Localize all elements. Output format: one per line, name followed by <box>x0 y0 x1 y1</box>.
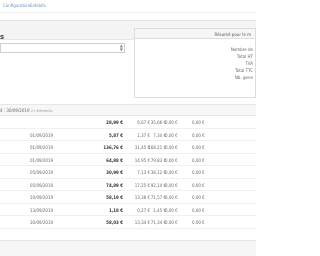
footer-bar <box>0 240 256 256</box>
cell-extra-a: 0,00 € <box>165 195 178 200</box>
nav-link-configuration[interactable]: Configuration <box>3 3 30 8</box>
cell-date: 10/09/2019 <box>30 195 54 200</box>
table-row[interactable]: 30/09/2019 58,03 € 13,34 € 71,34 € 0,00 … <box>0 216 256 229</box>
cell-total: 168,21 € <box>148 145 166 150</box>
cell-date: 13/09/2019 <box>30 207 54 213</box>
invoice-table: 28,99 € 6,67 € 35,66 € 0,00 € 0,00 € 01/… <box>0 116 256 229</box>
cell-amount: 58,03 € <box>106 220 123 225</box>
cell-extra-a: 0,00 € <box>165 220 178 225</box>
cell-amount: 28,99 € <box>106 120 123 125</box>
cell-extra-a: 0,00 € <box>165 170 178 175</box>
table-row[interactable]: 05/09/2019 30,99 € 7,13 € 38,12 € 0,00 €… <box>0 166 256 179</box>
cell-amount: 1,18 € <box>108 207 123 213</box>
cell-total: 71,57 € <box>150 195 166 200</box>
cell-total: 92,14 € <box>150 182 166 188</box>
cell-tva: 1,37 € <box>137 132 150 138</box>
table-row[interactable]: 10/09/2019 58,19 € 13,38 € 71,57 € 0,00 … <box>0 191 256 204</box>
cell-date: 05/09/2019 <box>30 182 54 188</box>
cell-tva: 6,67 € <box>137 120 150 125</box>
top-navigation: Configuration Exhibits <box>0 0 256 13</box>
cell-tva: 14,95 € <box>134 157 150 163</box>
cell-extra-b: 0,00 € <box>192 220 205 225</box>
cell-extra-a: 0,00 € <box>165 157 178 163</box>
scroll-down-icon[interactable]: ▼ <box>120 48 123 52</box>
cell-date: 01/09/2019 <box>30 157 54 163</box>
table-row[interactable]: 28,99 € 6,67 € 35,66 € 0,00 € 0,00 € <box>0 116 256 129</box>
cell-date: 05/09/2019 <box>30 170 54 175</box>
cell-amount: 58,19 € <box>106 195 123 200</box>
cell-extra-b: 0,00 € <box>192 132 205 138</box>
cell-amount: 5,87 € <box>108 132 123 138</box>
cell-extra-b: 0,00 € <box>192 157 205 163</box>
summary-row-generated: Nb. gene <box>234 75 253 80</box>
cell-tva: 13,34 € <box>134 220 150 225</box>
cell-tva: 7,13 € <box>137 170 150 175</box>
page-title: s <box>0 33 5 41</box>
cell-extra-b: 0,00 € <box>192 207 205 213</box>
summary-row-total-ht: Total HT <box>236 54 253 59</box>
summary-heading: Résumé pour le m <box>135 29 255 39</box>
cell-total: 38,12 € <box>150 170 166 175</box>
cell-amount: 136,76 € <box>103 145 123 150</box>
cell-extra-b: 0,00 € <box>192 195 205 200</box>
cell-extra-a: 0,00 € <box>165 120 178 125</box>
cell-date: 01/09/2019 <box>30 145 54 150</box>
period-label: 4 : 30/09/2019 21 éléments <box>0 108 53 113</box>
period-date: 4 : 30/09/2019 <box>0 108 30 113</box>
table-row[interactable]: 13/09/2019 1,18 € 0,27 € 1,45 € 0,00 € 0… <box>0 204 256 216</box>
cell-extra-a: 0,00 € <box>165 182 178 188</box>
cell-total: 35,66 € <box>150 120 166 125</box>
table-row[interactable]: 01/09/2019 5,87 € 1,37 € 7,34 € 0,00 € 0… <box>0 129 256 141</box>
search-input[interactable]: ▲ ▼ <box>0 43 125 53</box>
cell-amount: 74,89 € <box>106 182 123 188</box>
summary-row-tva: TVA <box>245 61 253 66</box>
cell-extra-a: 0,00 € <box>165 145 178 150</box>
cell-total: 79,83 € <box>150 157 166 163</box>
table-row[interactable]: 05/09/2019 74,89 € 17,25 € 92,14 € 0,00 … <box>0 179 256 191</box>
cell-date: 01/09/2019 <box>30 132 54 138</box>
summary-row-total-ttc: Total TTC <box>235 68 253 73</box>
cell-total: 71,34 € <box>150 220 166 225</box>
summary-row-count: Nombre de <box>230 47 253 52</box>
cell-extra-b: 0,00 € <box>192 120 205 125</box>
cell-extra-b: 0,00 € <box>192 182 205 188</box>
period-header: 4 : 30/09/2019 21 éléments <box>0 104 256 116</box>
cell-tva: 17,25 € <box>134 182 150 188</box>
cell-tva: 13,38 € <box>134 195 150 200</box>
cell-tva: 0,27 € <box>137 207 150 213</box>
cell-amount: 64,88 € <box>106 157 123 163</box>
cell-amount: 30,99 € <box>106 170 123 175</box>
cell-date: 30/09/2019 <box>30 220 54 225</box>
monthly-summary-panel: Résumé pour le m Nombre de Total HT TVA … <box>134 28 256 98</box>
cell-extra-b: 0,00 € <box>192 170 205 175</box>
cell-extra-a: 0,00 € <box>165 132 178 138</box>
nav-link-exhibits[interactable]: Exhibits <box>30 3 46 8</box>
period-count: 21 éléments <box>30 109 53 113</box>
cell-extra-a: 0,00 € <box>165 207 178 213</box>
cell-extra-b: 0,00 € <box>192 145 205 150</box>
table-row[interactable]: 01/09/2019 136,76 € 31,45 € 168,21 € 0,0… <box>0 141 256 154</box>
scroll-arrows-icon[interactable]: ▲ ▼ <box>120 44 123 52</box>
table-row[interactable]: 01/09/2019 64,88 € 14,95 € 79,83 € 0,00 … <box>0 154 256 166</box>
